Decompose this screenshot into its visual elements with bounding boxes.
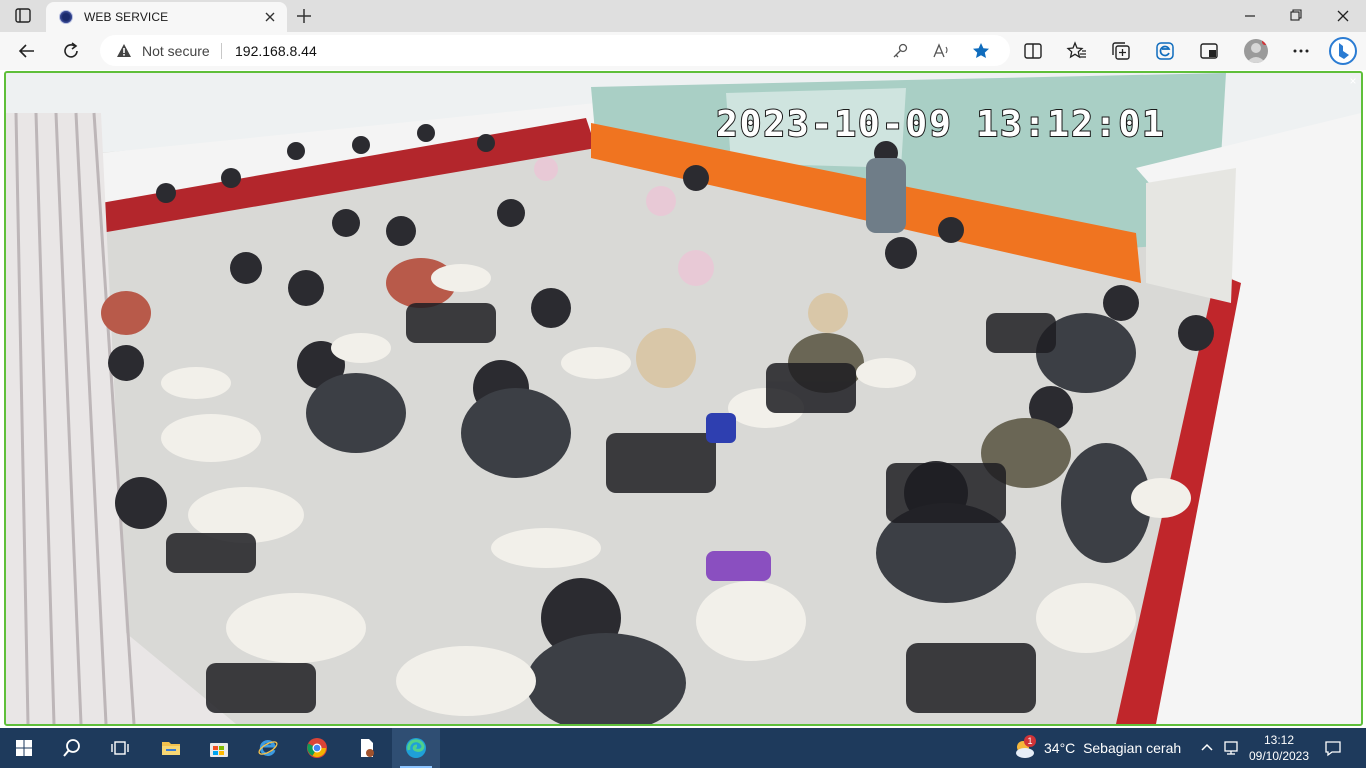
taskbar-clock[interactable]: 13:12 09/10/2023 (1244, 732, 1314, 764)
weather-temp: 34°C (1044, 740, 1076, 756)
profile-avatar[interactable] (1244, 39, 1268, 63)
warning-icon[interactable] (116, 43, 132, 58)
player-close-icon[interactable]: × (1347, 75, 1359, 87)
network-icon[interactable] (1222, 739, 1240, 757)
task-view-icon (111, 741, 129, 755)
taskbar-search[interactable] (48, 728, 96, 768)
microsoft-store-icon (210, 743, 228, 757)
more-icon[interactable] (1290, 40, 1312, 62)
security-label[interactable]: Not secure (142, 43, 210, 59)
task-view-button[interactable] (96, 728, 144, 768)
browser-toolbar: Not secure 192.168.8.44 (0, 32, 1366, 70)
bing-copilot-icon[interactable] (1328, 36, 1358, 66)
tab-close-icon[interactable] (261, 8, 279, 26)
windows-start-icon (16, 740, 32, 756)
restore-icon[interactable] (1286, 7, 1306, 25)
camera-player[interactable]: 2023-10-09 13:12:01 × (4, 71, 1363, 726)
clock-time: 13:12 (1263, 733, 1295, 747)
start-button[interactable] (0, 728, 48, 768)
notifications-icon[interactable] (1324, 739, 1342, 757)
taskbar-internet-explorer[interactable] (244, 728, 292, 768)
file-explorer-icon (162, 742, 180, 755)
browser-tab[interactable]: WEB SERVICE (46, 2, 287, 32)
camera-timestamp: 2023-10-09 13:12:01 (715, 103, 1166, 146)
weather-text: 34°C Sebagian cerah (1044, 740, 1181, 756)
window-close-icon[interactable] (1333, 7, 1353, 25)
edge-feature-icon[interactable] (1154, 40, 1176, 62)
clock-date: 09/10/2023 (1248, 749, 1310, 763)
url-text[interactable]: 192.168.8.44 (235, 43, 317, 59)
page-content: 2023-10-09 13:12:01 × (0, 70, 1366, 728)
address-separator (221, 43, 222, 59)
internet-explorer-icon (258, 740, 278, 756)
collections-icon[interactable] (1110, 40, 1132, 62)
key-icon[interactable] (890, 41, 910, 61)
profile-notification-dot (1262, 39, 1268, 45)
browser-tab-bar: WEB SERVICE (0, 0, 1366, 32)
favorite-star-icon[interactable] (971, 41, 991, 61)
favorites-icon[interactable] (1066, 40, 1088, 62)
taskbar-file-explorer[interactable] (147, 728, 195, 768)
refresh-icon[interactable] (60, 40, 82, 62)
camera-service-icon (59, 10, 73, 24)
show-hidden-icons-icon[interactable] (1198, 739, 1216, 757)
taskbar-store[interactable] (195, 728, 243, 768)
back-icon[interactable] (16, 40, 38, 62)
tab-actions-icon[interactable] (12, 7, 34, 25)
document-app-icon (361, 739, 374, 757)
performance-icon[interactable] (1198, 40, 1220, 62)
windows-taskbar: 1 34°C Sebagian cerah 13:12 09/10/2023 (0, 728, 1366, 768)
weather-badge: 1 (1024, 735, 1036, 747)
cctv-classroom-feed (6, 73, 1361, 724)
chrome-icon (307, 738, 327, 758)
search-icon (63, 739, 80, 757)
tab-title: WEB SERVICE (84, 10, 169, 24)
weather-condition: Sebagian cerah (1083, 740, 1182, 756)
minimize-icon[interactable] (1240, 7, 1260, 25)
address-bar[interactable]: Not secure 192.168.8.44 (100, 35, 1010, 66)
edge-icon (406, 738, 426, 758)
new-tab-icon[interactable] (293, 5, 315, 27)
taskbar-edge[interactable] (392, 728, 440, 768)
taskbar-chrome[interactable] (293, 728, 341, 768)
split-screen-icon[interactable] (1022, 40, 1044, 62)
taskbar-document-app[interactable] (343, 728, 391, 768)
read-aloud-icon[interactable] (931, 41, 951, 61)
